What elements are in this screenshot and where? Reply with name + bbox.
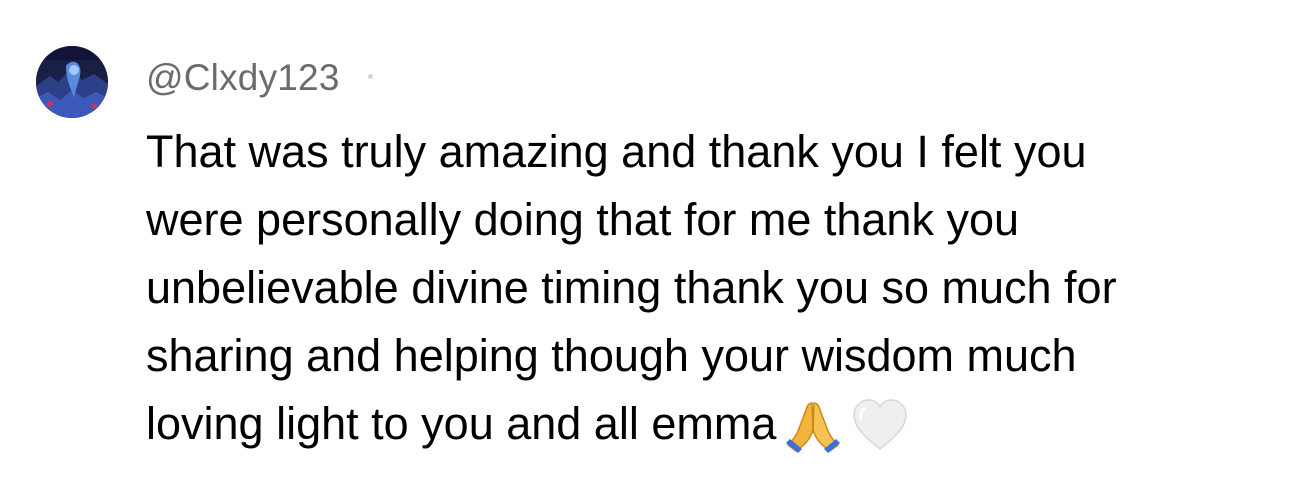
avatar-image xyxy=(36,46,108,118)
comment-text-line: unbelievable divine timing thank you so … xyxy=(146,262,1117,313)
comment-text-line: sharing and helping though your wisdom m… xyxy=(146,330,1077,381)
comment-text-line-last: loving light to you and all emma xyxy=(146,390,1256,458)
comment-text-line: That was truly amazing and thank you I f… xyxy=(146,126,1087,177)
comment: @Clxdy123 That was truly amazing and tha… xyxy=(0,0,1290,489)
comment-username[interactable]: @Clxdy123 xyxy=(146,56,340,100)
separator-dot xyxy=(368,74,373,79)
avatar[interactable] xyxy=(36,46,108,118)
white-heart-icon xyxy=(850,397,910,453)
comment-text-line: were personally doing that for me thank … xyxy=(146,194,1019,245)
comment-text: That was truly amazing and thank you I f… xyxy=(146,118,1256,458)
comment-text-line-content: loving light to you and all emma xyxy=(146,398,777,449)
folded-hands-icon xyxy=(782,397,844,453)
